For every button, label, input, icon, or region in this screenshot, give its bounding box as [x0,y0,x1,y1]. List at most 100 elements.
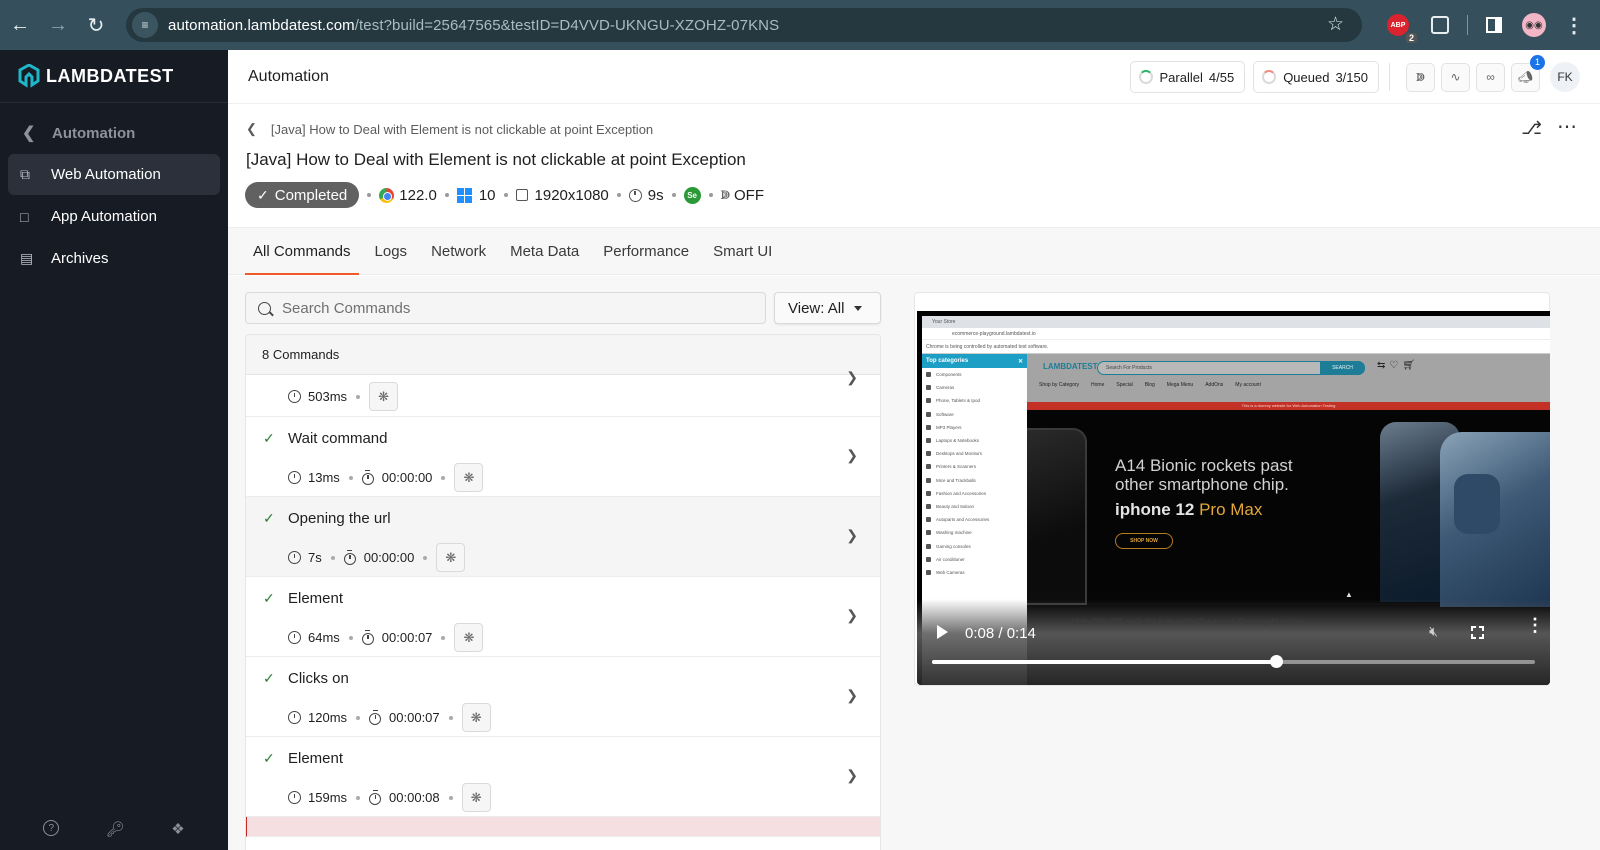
video-banner-text: Upto 50% Off on Fully Automatic Top Load… [1072,617,1304,626]
video-seek-handle[interactable] [1269,655,1283,668]
address-bar[interactable]: ≡ automation.lambdatest.com/test?build=2… [126,8,1362,42]
user-avatar[interactable]: FK [1550,62,1580,92]
chrome-icon [379,187,395,203]
chevron-right-icon[interactable]: ❯ [846,527,858,544]
more-options-icon[interactable]: ⋯ [1557,114,1578,139]
command-row[interactable]: ✓ Element 159ms 00:00:08 ❋ ❯ [246,737,880,817]
announcements-button[interactable]: 📣︎ 1 [1511,54,1545,92]
adblock-extension-icon[interactable]: ABP 2 [1387,14,1417,43]
command-duration: 64ms [308,630,340,645]
category-icon [926,490,931,496]
url-text[interactable]: automation.lambdatest.com/test?build=256… [168,17,779,34]
video-seek-progress [932,660,1276,664]
profile-avatar[interactable]: ◉◉ [1522,13,1546,37]
tab-network[interactable]: Network [423,228,494,275]
video-more-options-icon[interactable]: ⋮ [1526,616,1544,634]
video-site-notice: This is a dummy website for Web Automati… [1027,402,1550,410]
category-label: Laptops & Notebooks [936,438,980,444]
side-panel-icon[interactable] [1486,17,1502,33]
chevron-right-icon[interactable]: ❯ [846,447,858,464]
command-row[interactable]: ✓ Wait command 13ms 00:00:00 ❋ ❯ [246,417,880,497]
queued-sessions-pill[interactable]: Queued 3/150 [1253,61,1379,93]
check-icon: ✓ [257,186,269,203]
test-header: ❮ [Java] How to Deal with Element is not… [228,104,1600,228]
key-icon[interactable]: 🔑︎ [106,820,125,838]
extensions-puzzle-icon[interactable] [1431,16,1449,34]
bug-icon: ❋ [445,549,457,565]
sidebar-item-web-automation[interactable]: ⧉ Web Automation [8,154,220,195]
bookmark-star-icon[interactable]: ☆ [1327,13,1344,36]
video-card: Your Store ecommerce-playground.lambdate… [914,292,1550,686]
bug-report-button[interactable]: ❋ [436,543,466,572]
reload-icon[interactable]: ↻ [78,7,114,43]
share-icon[interactable]: ⎇ [1521,118,1542,139]
parallel-count: 4/55 [1208,69,1235,85]
tab-logs[interactable]: Logs [367,228,416,275]
separator-dot [330,555,335,560]
bug-report-button[interactable]: ❋ [454,623,484,652]
sidebar-item-app-automation[interactable]: □ App Automation [8,196,220,237]
test-tabs: All Commands Logs Network Meta Data Perf… [228,228,1600,275]
bug-report-button[interactable]: ❋ [461,703,491,732]
video-category-item: Washing machine [922,526,1027,539]
toolbar-divider [1467,15,1468,35]
tunnel-button[interactable]: ↇ [1406,62,1435,92]
chevron-right-icon[interactable]: ❯ [846,767,858,784]
search-commands-input[interactable] [282,299,722,317]
search-commands-field[interactable] [245,292,766,324]
command-meta: 503ms ❋ [288,382,399,411]
category-icon [926,503,931,509]
bug-report-button[interactable]: ❋ [454,463,484,492]
command-row[interactable]: ✓ Opening the url 7s 00:00:00 ❋ ❯ [246,497,880,577]
tab-smart-ui[interactable]: Smart UI [705,228,780,275]
test-video-player[interactable]: Your Store ecommerce-playground.lambdate… [917,311,1550,685]
fullscreen-icon[interactable] [1470,625,1485,640]
video-seek-bar[interactable] [932,655,1535,668]
tab-performance[interactable]: Performance [595,228,697,275]
layers-icon[interactable]: ❖ [171,820,184,838]
breadcrumb[interactable]: ❮ [Java] How to Deal with Element is not… [246,121,653,137]
forward-arrow-icon[interactable]: → [40,7,76,43]
sidebar-item-archives[interactable]: ▤ Archives [8,238,220,279]
integrations-button[interactable]: ∞ [1476,62,1505,92]
back-arrow-icon[interactable]: ← [2,7,38,43]
command-meta: 120ms 00:00:07 ❋ [288,703,491,732]
command-meta: 159ms 00:00:08 ❋ [288,783,491,812]
sidebar-back-automation[interactable]: ❮ Automation [0,113,228,153]
video-category-item: Phone, Tablets & Ipod [922,394,1027,407]
chevron-right-icon[interactable]: ❯ [846,607,858,624]
breadcrumb-text[interactable]: [Java] How to Deal with Element is not c… [271,122,653,137]
command-row[interactable]: ✓ Clicks on 120ms 00:00:07 ❋ ❯ [246,657,880,737]
play-icon[interactable] [937,625,948,639]
analytics-button[interactable]: ∿ [1441,62,1470,92]
bug-report-button[interactable]: ❋ [461,783,491,812]
command-row-error[interactable] [246,817,880,837]
command-name: Element [288,750,344,767]
browser-menu-icon[interactable]: ⋮ [1564,13,1584,38]
lambdatest-logo[interactable]: LAMBDATEST [0,50,228,103]
category-label: Beauty and Saloon [936,503,975,509]
tab-all-commands[interactable]: All Commands [245,228,359,275]
command-name: Opening the url [288,510,391,527]
bug-icon: ❋ [470,709,482,725]
chevron-right-icon[interactable]: ❯ [846,687,858,704]
chevron-left-icon[interactable]: ❮ [246,121,257,137]
separator-dot [444,193,449,197]
site-settings-icon[interactable]: ≡ [132,12,158,38]
muted-speaker-icon[interactable]: 🔇︎ [1429,623,1438,640]
status-badge: ✓ Completed [245,182,360,208]
header-divider [1389,63,1390,91]
parallel-sessions-pill[interactable]: Parallel 4/55 [1129,61,1246,93]
check-icon: ✓ [263,430,275,446]
bug-report-button[interactable]: ❋ [369,382,399,411]
separator-dot [348,635,353,640]
view-filter-dropdown[interactable]: View: All [774,292,881,324]
check-icon: ✓ [263,670,275,686]
tab-meta-data[interactable]: Meta Data [502,228,587,275]
clock-icon [288,711,301,724]
command-row[interactable]: 503ms ❋ ❯ [246,369,880,417]
command-row[interactable]: ✓ Element 64ms 00:00:07 ❋ ❯ [246,577,880,657]
help-icon[interactable]: ? [43,820,60,836]
chevron-right-icon[interactable]: ❯ [846,369,858,386]
video-site-search-placeholder: Search For Products [1106,365,1152,371]
